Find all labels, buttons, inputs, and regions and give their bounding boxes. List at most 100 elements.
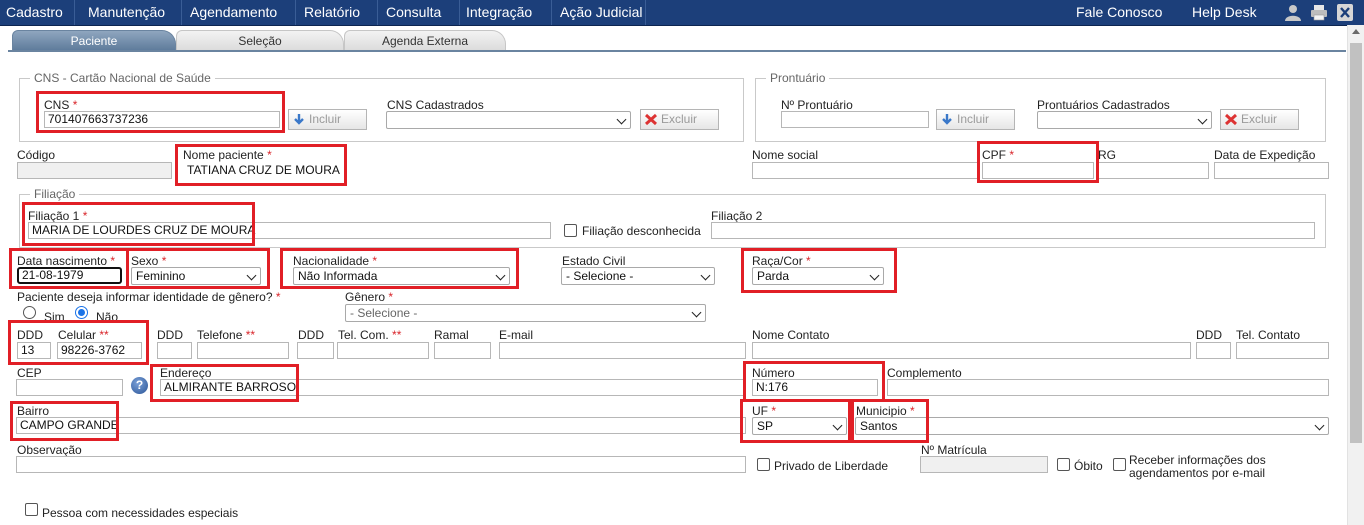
scroll-thumb[interactable] — [1350, 43, 1362, 443]
raca-cor-label: Raça/Cor * — [752, 254, 811, 268]
prontuario-legend: Prontuário — [766, 71, 830, 85]
endereco-input[interactable]: ALMIRANTE BARROSO — [160, 379, 746, 396]
arrow-down-icon — [294, 114, 304, 125]
close-icon[interactable] — [1337, 4, 1353, 21]
cns-cadastrados-label: CNS Cadastrados — [387, 98, 484, 112]
menu-cadastro[interactable]: Cadastro — [0, 0, 75, 25]
complemento-input[interactable] — [887, 379, 1329, 396]
menu-help-desk[interactable]: Help Desk — [1186, 0, 1266, 25]
obito-checkbox[interactable] — [1057, 458, 1070, 471]
ramal-label: Ramal — [434, 328, 469, 342]
menu-agendamento[interactable]: Agendamento — [184, 0, 296, 25]
data-nascimento-input[interactable]: 21-08-1979 — [17, 267, 122, 284]
delete-x-icon — [644, 113, 658, 126]
cpf-input[interactable] — [982, 162, 1094, 179]
genero-sim-radio[interactable] — [23, 306, 36, 319]
ddd-input[interactable]: 13 — [17, 342, 51, 359]
municipio-select[interactable]: Santos — [855, 417, 1329, 435]
printer-icon[interactable] — [1310, 4, 1328, 21]
raca-cor-select[interactable]: Parda — [752, 267, 884, 285]
user-icon[interactable] — [1284, 4, 1302, 21]
data-expedicao-label: Data de Expedição — [1214, 148, 1316, 162]
privado-liberdade-checkbox[interactable] — [757, 458, 770, 471]
necessidades-especiais-checkbox[interactable] — [25, 503, 38, 516]
genero-nao-label: Não — [96, 310, 119, 324]
cns-input[interactable]: 701407663737236 — [44, 111, 280, 128]
menu-consulta[interactable]: Consulta — [380, 0, 460, 25]
ddd-tel-com-input[interactable] — [297, 342, 334, 359]
vertical-scrollbar[interactable] — [1347, 25, 1364, 525]
tab-selecao[interactable]: Seleção — [176, 30, 344, 50]
email-input[interactable] — [499, 342, 746, 359]
matricula-label: Nº Matrícula — [921, 443, 987, 457]
menu-relatorio[interactable]: Relatório — [298, 0, 378, 25]
codigo-input — [17, 162, 172, 179]
menu-manutencao[interactable]: Manutenção — [82, 0, 182, 25]
nome-contato-label: Nome Contato — [752, 328, 830, 342]
telefone-input[interactable] — [197, 342, 289, 359]
ddd-contato-input[interactable] — [1196, 342, 1231, 359]
tel-contato-label: Tel. Contato — [1236, 328, 1301, 342]
data-nascimento-label: Data nascimento * — [17, 254, 116, 268]
prontuario-incluir-button[interactable]: Incluir — [936, 109, 1015, 130]
privado-liberdade-label: Privado de Liberdade — [774, 459, 889, 473]
tel-contato-input[interactable] — [1236, 342, 1329, 359]
cns-excluir-button[interactable]: Excluir — [640, 109, 719, 130]
prontuarios-cadastrados-select[interactable] — [1037, 111, 1212, 129]
cep-input[interactable] — [16, 379, 123, 396]
filiacao2-label: Filiação 2 — [711, 209, 763, 223]
celular-input[interactable]: 98226-3762 — [57, 342, 142, 359]
ddd-telefone-input[interactable] — [157, 342, 192, 359]
uf-select[interactable]: SP — [752, 417, 847, 435]
bairro-input[interactable]: CAMPO GRANDE — [16, 417, 746, 434]
estado-civil-select[interactable]: - Selecione - — [561, 267, 715, 285]
data-expedicao-input[interactable] — [1214, 162, 1329, 179]
tab-paciente[interactable]: Paciente — [12, 30, 176, 50]
cns-cadastrados-select[interactable] — [386, 111, 631, 129]
nome-paciente-input[interactable]: TATIANA CRUZ DE MOURA — [183, 162, 746, 179]
menu-fale-conosco[interactable]: Fale Conosco — [1070, 0, 1170, 25]
nome-contato-input[interactable] — [752, 342, 1191, 359]
tel-com-input[interactable] — [337, 342, 429, 359]
numero-input[interactable]: N:176 — [752, 379, 878, 396]
receber-email-label-line2: agendamentos por e-mail — [1129, 466, 1266, 480]
cpf-label: CPF * — [982, 148, 1015, 162]
prontuario-numero-input[interactable] — [781, 111, 929, 128]
help-icon[interactable]: ? — [131, 377, 148, 394]
filiacao-desconhecida-checkbox[interactable] — [564, 224, 577, 237]
sexo-label: Sexo * — [131, 254, 167, 268]
prontuario-excluir-button[interactable]: Excluir — [1220, 109, 1299, 130]
filiacao1-label: Filiação 1 * — [28, 209, 88, 223]
chevron-down-icon — [832, 420, 843, 431]
menu-acao-judicial[interactable]: Ação Judicial — [554, 0, 646, 25]
genero-select[interactable]: - Selecione - — [345, 304, 706, 322]
telefone-label: Telefone ** — [197, 328, 256, 342]
ddd-tel-com-label: DDD — [298, 328, 324, 342]
nome-social-input[interactable] — [752, 162, 978, 179]
estado-civil-label: Estado Civil — [562, 254, 626, 268]
municipio-label: Municipio * — [856, 404, 915, 418]
scroll-up-arrow[interactable] — [1352, 29, 1360, 34]
nacionalidade-select[interactable]: Não Informada — [293, 267, 510, 285]
genero-nao-radio[interactable] — [75, 306, 88, 319]
sexo-select[interactable]: Feminino — [131, 267, 261, 285]
observacao-input[interactable] — [16, 456, 746, 473]
ramal-input[interactable] — [434, 342, 491, 359]
tel-com-label: Tel. Com. ** — [338, 328, 402, 342]
ddd-telefone-label: DDD — [157, 328, 183, 342]
genero-sim-label: Sim — [44, 310, 65, 324]
menu-integracao[interactable]: Integração — [460, 0, 552, 25]
filiacao1-input[interactable]: MARIA DE LOURDES CRUZ DE MOURA — [28, 222, 551, 239]
filiacao2-input[interactable] — [711, 222, 1315, 239]
cns-incluir-button[interactable]: Incluir — [288, 109, 367, 130]
chevron-down-icon — [495, 270, 506, 281]
necessidades-especiais-label: Pessoa com necessidades especiais — [42, 506, 239, 520]
cns-label: CNS * — [44, 98, 78, 112]
tab-agenda-externa[interactable]: Agenda Externa — [344, 30, 506, 50]
receber-email-label-line1: Receber informações dos — [1129, 453, 1266, 467]
cns-fieldset — [19, 78, 744, 142]
nome-social-label: Nome social — [752, 148, 819, 162]
rg-input[interactable] — [1098, 162, 1209, 179]
nacionalidade-label: Nacionalidade * — [293, 254, 378, 268]
receber-email-checkbox[interactable] — [1113, 458, 1126, 471]
